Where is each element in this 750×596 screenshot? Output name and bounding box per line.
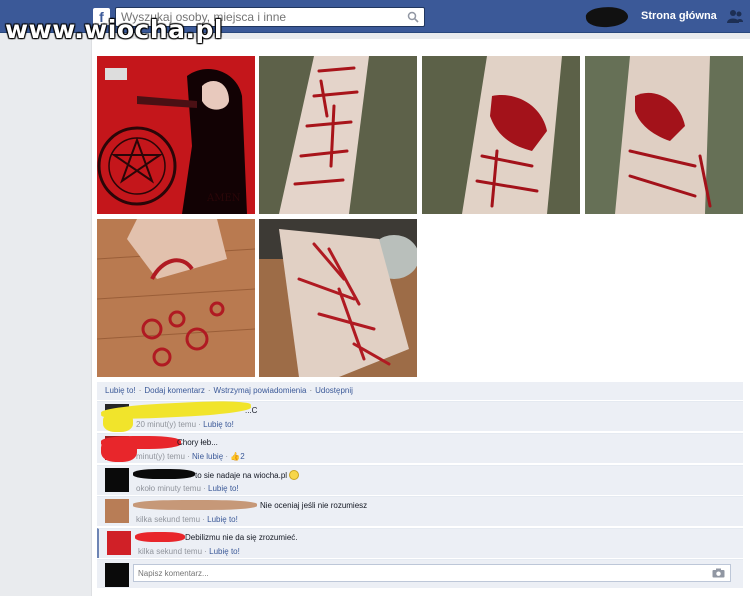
stop-notifications-link[interactable]: Wstrzymaj powiadomienia	[214, 386, 307, 395]
comment-meta: minut(y) temu · Nie lubię · 👍2	[136, 452, 245, 461]
comment-item: Debilizmu nie da się zrozumieć. kilka se…	[97, 528, 743, 558]
comment-like-link[interactable]: Lubię to!	[203, 420, 234, 429]
redacted-name	[135, 532, 185, 542]
photo	[585, 56, 743, 214]
comment-input[interactable]	[134, 565, 704, 581]
comment-text: to sie nadaje na wiocha.pl	[195, 470, 300, 480]
comment-input-box[interactable]	[133, 564, 731, 582]
friend-requests-icon[interactable]	[726, 9, 744, 24]
redacted-name	[133, 469, 195, 479]
photo-thumbnail-6[interactable]	[259, 219, 417, 377]
add-comment-link[interactable]: Dodaj komentarz	[144, 386, 204, 395]
comment-meta: około minuty temu · Lubię to!	[136, 484, 239, 493]
comment-item: to sie nadaje na wiocha.pl około minuty …	[97, 465, 743, 495]
photo-thumbnail-2[interactable]	[259, 56, 417, 214]
comment-text: Debilizmu nie da się zrozumieć.	[185, 533, 298, 542]
smiley-emoji-icon	[289, 470, 300, 480]
watermark: www.wiocha.pl	[5, 15, 223, 44]
comment-meta: 20 minut(y) temu · Lubię to!	[136, 420, 234, 429]
camera-icon[interactable]	[712, 568, 725, 578]
comment-text: ...C	[245, 406, 258, 415]
search-icon[interactable]	[407, 11, 419, 23]
comment-text: Chory łeb...	[177, 438, 218, 447]
comment-text: Nie oceniaj jeśli nie rozumiesz	[260, 501, 368, 510]
redacted-avatar	[103, 412, 133, 432]
photo-caption: AMEN	[206, 193, 241, 204]
home-link[interactable]: Strona główna	[641, 10, 717, 22]
photo	[422, 56, 580, 214]
comment-item: Nie oceniaj jeśli nie rozumiesz kilka se…	[97, 496, 743, 526]
comment-like-link[interactable]: Lubię to!	[209, 547, 240, 556]
photo-thumbnail-4[interactable]	[585, 56, 743, 214]
photo	[259, 56, 417, 214]
new-comment-row	[97, 559, 743, 588]
comment-item: ...C 20 minut(y) temu · Lubię to!	[97, 399, 743, 432]
photo	[259, 219, 417, 377]
post-actions-bar: Lubię to! · Dodaj komentarz · Wstrzymaj powi…	[97, 382, 743, 400]
photo	[97, 219, 255, 377]
photo-thumbnail-1[interactable]: AMEN	[97, 56, 255, 214]
avatar[interactable]	[105, 499, 129, 523]
comment-meta: kilka sekund temu · Lubię to!	[138, 547, 240, 556]
redacted-profile-name	[585, 4, 629, 30]
photo-thumbnail-3[interactable]	[422, 56, 580, 214]
thumbs-up-icon[interactable]: 👍	[230, 452, 240, 461]
photo-thumbnail-5[interactable]	[97, 219, 255, 377]
share-link[interactable]: Udostępnij	[315, 386, 353, 395]
comment-unlike-link[interactable]: Nie lubię	[192, 452, 223, 461]
avatar[interactable]	[105, 468, 129, 492]
avatar[interactable]	[107, 531, 131, 555]
comment-item: Chory łeb... minut(y) temu · Nie lubię ·…	[97, 433, 743, 463]
comment-like-link[interactable]: Lubię to!	[207, 515, 238, 524]
likes-count[interactable]: 2	[240, 452, 244, 461]
redacted-name	[133, 500, 257, 510]
anime-character-image: AMEN	[97, 56, 255, 214]
comment-meta: kilka sekund temu · Lubię to!	[136, 515, 238, 524]
like-post-link[interactable]: Lubię to!	[105, 386, 136, 395]
redacted-avatar	[101, 438, 137, 462]
comment-like-link[interactable]: Lubię to!	[208, 484, 239, 493]
avatar	[105, 563, 129, 587]
